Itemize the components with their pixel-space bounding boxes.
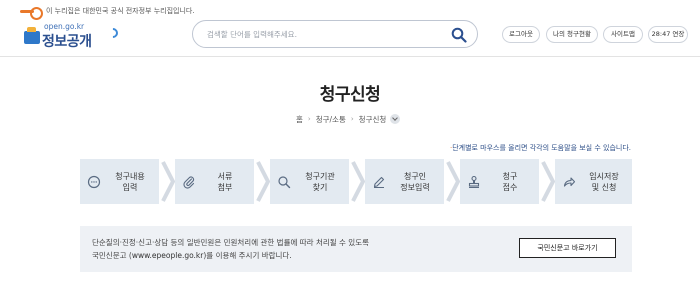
breadcrumb-home[interactable]: 홈	[296, 114, 303, 125]
korea-gov-mark-icon	[20, 6, 43, 20]
step-label: 청구기관 찾기	[305, 171, 335, 192]
search-box	[192, 20, 478, 48]
step-progress: 청구내용 입력 서류 첨부 청구기관 찾기 청구인 정보입력 청구 접수 임시저…	[80, 159, 632, 204]
signal-wave-icon	[105, 25, 121, 41]
chevron-right-icon	[446, 161, 461, 202]
paperclip-icon	[183, 175, 195, 189]
share-arrow-icon	[563, 176, 576, 187]
search-icon[interactable]	[451, 27, 467, 43]
step-find-agency[interactable]: 청구기관 찾기	[270, 159, 349, 204]
my-request-status-button[interactable]: 나의 청구현황	[546, 26, 598, 43]
epeople-link[interactable]: www.epeople.go.kr	[132, 251, 204, 260]
step-request-receipt[interactable]: 청구 접수	[460, 159, 539, 204]
sitemap-button[interactable]: 사이트맵	[603, 26, 643, 43]
magnifier-icon	[278, 175, 291, 188]
epeople-shortcut-button[interactable]: 국민신문고 바로가기	[519, 238, 616, 258]
step-requester-info[interactable]: 청구인 정보입력	[365, 159, 444, 204]
step-label: 서류 첨부	[217, 171, 233, 192]
gov-notice: 이 누리집은 대한민국 공식 전자정부 누리집입니다.	[20, 5, 195, 20]
site-header: 이 누리집은 대한민국 공식 전자정부 누리집입니다. open.go.kr 정…	[0, 0, 700, 57]
step-label: 청구인 정보입력	[400, 171, 430, 192]
notice-line-2: 국민신문고 (www.epeople.go.kr)를 이용해 주시기 바랍니다.	[92, 251, 292, 260]
session-extend-button[interactable]: 28:47 연장	[648, 26, 688, 43]
logout-button[interactable]: 로그아웃	[502, 26, 540, 43]
breadcrumb-separator-icon: ›	[350, 115, 354, 123]
civil-complaint-notice: 단순질의·진정·신고·상담 등의 일반민원은 민원처리에 관한 법률에 따라 처…	[80, 226, 632, 272]
step-label: 청구내용 입력	[115, 171, 145, 192]
breadcrumb-request-communication[interactable]: 청구/소통	[316, 114, 346, 125]
logo-url: open.go.kr	[44, 22, 85, 31]
pencil-icon	[373, 176, 385, 188]
notice-line-1: 단순질의·진정·신고·상담 등의 일반민원은 민원처리에 관한 법률에 따라 처…	[92, 238, 370, 247]
step-save-and-apply[interactable]: 임시저장 및 신청	[555, 159, 632, 204]
chevron-right-icon	[256, 161, 271, 202]
step-label: 청구 접수	[502, 171, 518, 192]
step-hint: ·단계별로 마우스를 올리면 각각의 도움말을 보실 수 있습니다.	[449, 144, 631, 152]
site-logo[interactable]: open.go.kr 정보공개	[24, 22, 124, 50]
chevron-right-icon	[351, 161, 366, 202]
gov-notice-text: 이 누리집은 대한민국 공식 전자정부 누리집입니다.	[46, 7, 195, 15]
search-input[interactable]	[207, 27, 427, 41]
page-title: 청구신청	[319, 85, 381, 105]
chevron-down-icon[interactable]	[390, 114, 401, 124]
logo-name: 정보공개	[42, 34, 92, 50]
breadcrumb-request-apply[interactable]: 청구신청	[359, 114, 387, 125]
speech-bubble-icon	[87, 175, 101, 188]
breadcrumb: 홈 › 청구/소통 › 청구신청	[296, 113, 401, 125]
chevron-right-icon	[541, 161, 556, 202]
step-attach-documents[interactable]: 서류 첨부	[175, 159, 254, 204]
chevron-right-icon	[161, 161, 176, 202]
notice-text: 단순질의·진정·신고·상담 등의 일반민원은 민원처리에 관한 법률에 따라 처…	[92, 236, 369, 262]
breadcrumb-separator-icon: ›	[307, 115, 311, 123]
stamp-icon	[468, 175, 480, 188]
step-request-content[interactable]: 청구내용 입력	[80, 159, 159, 204]
folder-icon	[24, 27, 40, 44]
step-label: 임시저장 및 신청	[589, 171, 619, 192]
